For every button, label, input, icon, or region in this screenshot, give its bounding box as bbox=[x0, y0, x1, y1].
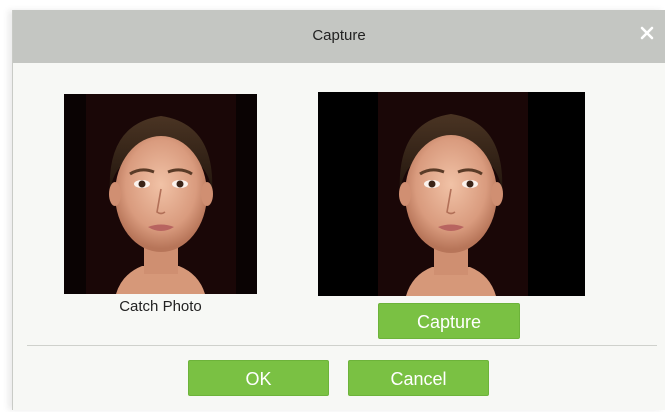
cancel-button[interactable]: Cancel bbox=[348, 360, 489, 396]
dialog-divider bbox=[27, 345, 657, 346]
capture-dialog: Capture Catch Photo Capture OK Cancel bbox=[12, 10, 665, 410]
dialog-title: Capture bbox=[312, 27, 366, 44]
live-camera-preview bbox=[318, 92, 585, 296]
dialog-body: Catch Photo Capture OK Cancel bbox=[13, 63, 665, 410]
catch-photo-caption: Catch Photo bbox=[119, 298, 202, 315]
close-icon[interactable] bbox=[637, 23, 657, 43]
capture-button[interactable]: Capture bbox=[378, 303, 520, 339]
ok-button[interactable]: OK bbox=[188, 360, 329, 396]
catch-photo bbox=[64, 94, 257, 294]
dialog-titlebar: Capture bbox=[13, 10, 665, 63]
